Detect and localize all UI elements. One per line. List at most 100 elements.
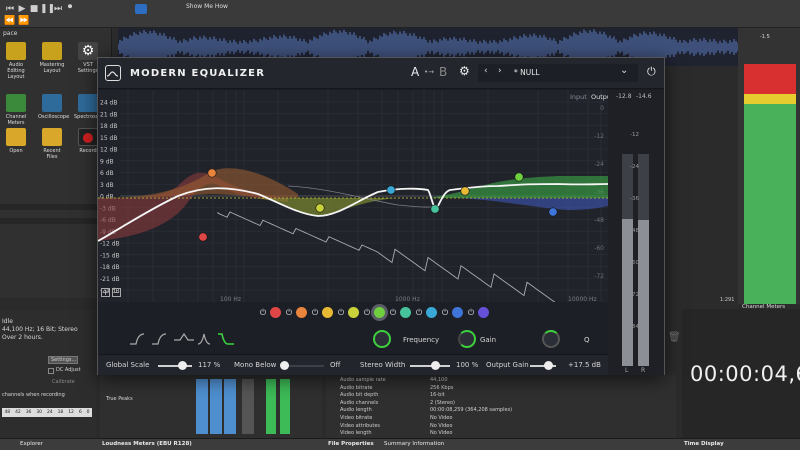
calibrate-button[interactable]: Calibrate [52,379,75,385]
tile-recent-files[interactable]: Recent Files [38,128,66,160]
band-1-power-icon[interactable]: ⏻ [258,307,268,318]
settings-gear-icon[interactable]: ⚙ [459,64,470,78]
file-property-row: Audio channels 2 (Stereo) [340,400,660,408]
meter-right [638,154,649,366]
file-property-value: 16-bit [430,392,445,399]
pause-icon[interactable]: ❚❚ [40,4,55,14]
filter-type-selector[interactable] [128,330,238,348]
spectrum-line [217,211,558,305]
band-9-power-icon[interactable]: ⏻ [466,307,476,318]
band-4-select-button[interactable] [348,307,359,318]
spectrum-db-label: -24 [594,161,604,168]
zoom-in-button[interactable]: + [101,288,110,297]
preset-selector[interactable]: ‹ › * NULL ⌄ [478,64,638,82]
true-peaks-label: True Peaks [106,396,133,402]
eq-band-handle[interactable] [514,172,524,182]
eq-curve-canvas[interactable]: 24 dB21 dB18 dB15 dB12 dB9 dB6 dB3 dB0 d… [97,90,609,305]
band-7-select-button[interactable] [426,307,437,318]
input-label[interactable]: Input [570,93,587,101]
eq-band-handle[interactable] [207,168,217,178]
low-cut-filter-icon[interactable] [130,333,145,345]
record-icon[interactable]: ⏺ [64,2,76,12]
band-2-select-button[interactable] [296,307,307,318]
ab-b-button[interactable]: B [439,65,447,79]
tile-audio-editing-layout[interactable]: Audio Editing Layout [2,42,30,80]
preset-dropdown-chevron-icon[interactable]: ⌄ [620,65,628,76]
db-tick-label: 9 dB [100,158,114,165]
mode-icon[interactable] [135,4,147,14]
band-selector-row: ⏻ ⏻ ⏻ ⏻ ⏻ ⏻ ⏻ ⏻ ⏻ [98,302,608,324]
eq-band-handle[interactable] [460,186,470,196]
tab-time-display[interactable]: Time Display [684,441,724,447]
band-5-power-icon[interactable]: ⏻ [362,307,372,318]
eq-band-handle[interactable] [198,232,208,242]
band-4-power-icon[interactable]: ⏻ [336,307,346,318]
tile-open[interactable]: Open [2,128,30,154]
zoom-out-button[interactable]: − [112,288,121,297]
tab-loudness-meters[interactable]: Loudness Meters (EBU R128) [102,441,192,447]
meter-green-zone [744,104,796,304]
mono-below-thumb[interactable] [280,361,289,370]
status-space: Over 2 hours. [2,334,43,341]
band-2-power-icon[interactable]: ⏻ [284,307,294,318]
tab-file-properties[interactable]: File Properties [328,441,374,447]
show-me-how-link[interactable]: Show Me How [186,3,228,10]
tile-mastering-layout[interactable]: Mastering Layout [38,42,66,74]
eq-graph[interactable]: 24 dB 21 dB 18 dB 15 dB 12 dB 9 dB 6 dB 3 dB 0 d… [97,90,614,305]
spectrum-db-label: -72 [594,273,604,280]
bypass-power-icon[interactable]: ⏻ [647,65,656,79]
band-3-select-button[interactable] [322,307,333,318]
dc-adjust-checkbox[interactable] [48,368,54,374]
rewind-icon[interactable]: ⏪ [4,16,16,26]
ab-a-button[interactable]: A [411,65,419,79]
frequency-knob[interactable] [373,330,391,348]
notch-filter-icon[interactable] [197,333,211,345]
stop-icon[interactable]: ■ [28,4,40,14]
band-6-power-icon[interactable]: ⏻ [388,307,398,318]
eq-band-handle[interactable] [386,185,396,195]
goto-end-icon[interactable]: ⏭ [52,4,64,14]
high-shelf-filter-icon[interactable] [218,333,234,345]
stereo-width-slider[interactable] [410,365,450,367]
file-property-row: Audio length 00:00:08,259 (364,208 sample… [340,407,660,415]
spectrum-db-label: 0 [600,105,604,112]
eq-band-handle[interactable] [430,204,440,214]
low-shelf-filter-icon[interactable] [152,333,167,345]
ab-copy-arrow-icon[interactable]: •→ [424,68,434,76]
settings-button[interactable]: Settings... [48,356,78,364]
status-format: 44,100 Hz; 16 Bit; Stereo [2,326,78,333]
eq-band-handle[interactable] [315,203,325,213]
preset-prev-icon[interactable]: ‹ [484,66,488,76]
tile-channel-meters[interactable]: Channel Meters [2,94,30,126]
gain-label: Gain [480,336,497,344]
loudness-bar-m [196,379,208,434]
output-gain-label: Output Gain [486,361,529,369]
q-knob[interactable] [542,330,560,348]
equalizer-logo-icon [105,65,121,81]
band-5-select-button[interactable] [374,307,385,318]
output-gain-thumb[interactable] [544,361,553,370]
bell-filter-icon[interactable] [174,332,194,341]
delete-band-icon[interactable]: 🗑 [668,332,681,343]
band-9-select-button[interactable] [478,307,489,318]
gain-knob[interactable] [458,330,476,348]
global-scale-thumb[interactable] [178,361,187,370]
tab-summary-information[interactable]: Summary Information [384,441,444,447]
eq-band-handle[interactable] [548,207,558,217]
play-icon[interactable]: ▶ [16,4,28,14]
band-7-power-icon[interactable]: ⏻ [414,307,424,318]
band-8-power-icon[interactable]: ⏻ [440,307,450,318]
channel-number: 12 [68,410,74,415]
tile-oscilloscope[interactable]: Oscilloscope [38,94,69,120]
tab-explorer[interactable]: Explorer [20,441,43,447]
meter-peak-right: -14.6 [636,93,652,100]
band-8-select-button[interactable] [452,307,463,318]
forward-icon[interactable]: ⏩ [18,16,30,26]
stereo-width-thumb[interactable] [431,361,440,370]
band-6-select-button[interactable] [400,307,411,318]
band-3-power-icon[interactable]: ⏻ [310,307,320,318]
preset-next-icon[interactable]: › [498,66,502,76]
goto-start-icon[interactable]: ⏮ [4,4,16,14]
band-1-select-button[interactable] [270,307,281,318]
mono-below-value: Off [330,361,341,369]
